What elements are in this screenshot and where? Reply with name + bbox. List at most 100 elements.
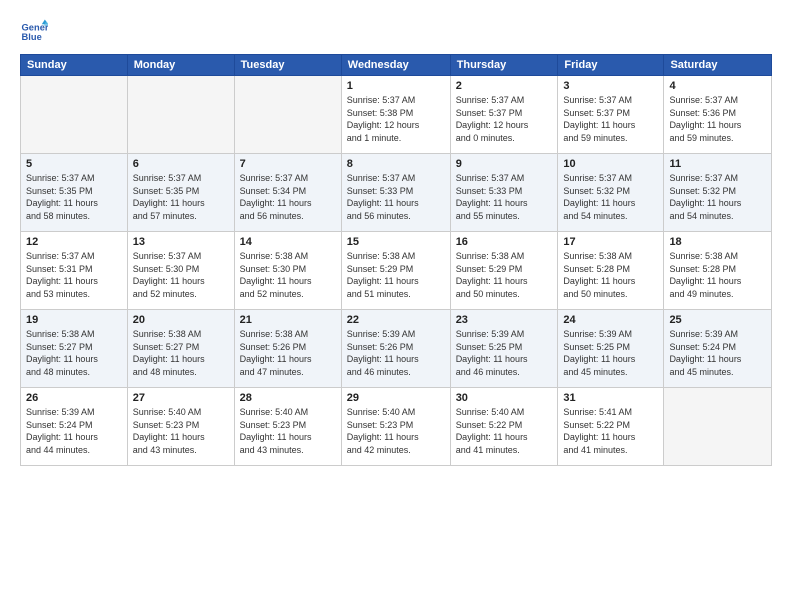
day-number: 7 (240, 158, 336, 170)
col-header-wednesday: Wednesday (341, 55, 450, 76)
calendar-cell (234, 76, 341, 154)
day-number: 23 (456, 314, 553, 326)
day-info: Sunrise: 5:38 AM Sunset: 5:28 PM Dayligh… (669, 250, 766, 300)
calendar-cell: 3 Sunrise: 5:37 AM Sunset: 5:37 PM Daylig… (558, 76, 664, 154)
calendar-week-row: 26Sunrise: 5:39 AM Sunset: 5:24 PM Dayli… (21, 388, 772, 466)
day-info: Sunrise: 5:40 AM Sunset: 5:23 PM Dayligh… (133, 406, 229, 456)
day-number: 20 (133, 314, 229, 326)
calendar-cell: 19Sunrise: 5:38 AM Sunset: 5:27 PM Dayli… (21, 310, 128, 388)
day-info: Sunrise: 5:37 AM Sunset: 5:38 PM Dayligh… (347, 94, 445, 144)
day-info: Sunrise: 5:37 AM Sunset: 5:37 PM Dayligh… (456, 94, 553, 144)
day-info: Sunrise: 5:38 AM Sunset: 5:29 PM Dayligh… (347, 250, 445, 300)
calendar-cell: 9 Sunrise: 5:37 AM Sunset: 5:33 PM Daylig… (450, 154, 558, 232)
day-number: 5 (26, 158, 122, 170)
calendar-cell: 1 Sunrise: 5:37 AM Sunset: 5:38 PM Daylig… (341, 76, 450, 154)
calendar-header-row: SundayMondayTuesdayWednesdayThursdayFrid… (21, 55, 772, 76)
day-number: 24 (563, 314, 658, 326)
calendar-cell: 27 Sunrise: 5:40 AM Sunset: 5:23 PM Dayli… (127, 388, 234, 466)
col-header-sunday: Sunday (21, 55, 128, 76)
day-number: 22 (347, 314, 445, 326)
calendar-cell: 31 Sunrise: 5:41 AM Sunset: 5:22 PM Dayli… (558, 388, 664, 466)
day-number: 9 (456, 158, 553, 170)
day-number: 6 (133, 158, 229, 170)
day-number: 16 (456, 236, 553, 248)
day-number: 21 (240, 314, 336, 326)
calendar-cell: 16 Sunrise: 5:38 AM Sunset: 5:29 PM Dayli… (450, 232, 558, 310)
day-number: 17 (563, 236, 658, 248)
day-info: Sunrise: 5:38 AM Sunset: 5:26 PM Dayligh… (240, 328, 336, 378)
day-number: 2 (456, 80, 553, 92)
col-header-tuesday: Tuesday (234, 55, 341, 76)
calendar-cell: 23 Sunrise: 5:39 AM Sunset: 5:25 PM Dayli… (450, 310, 558, 388)
calendar-cell: 12 Sunrise: 5:37 AM Sunset: 5:31 PM Dayli… (21, 232, 128, 310)
day-number: 11 (669, 158, 766, 170)
day-info: Sunrise: 5:39 AM Sunset: 5:24 PM Dayligh… (26, 406, 122, 456)
day-number: 12 (26, 236, 122, 248)
calendar-cell: 7 Sunrise: 5:37 AM Sunset: 5:34 PM Daylig… (234, 154, 341, 232)
day-info: Sunrise: 5:37 AM Sunset: 5:37 PM Dayligh… (563, 94, 658, 144)
header: General Blue (20, 18, 772, 46)
calendar-cell: 8 Sunrise: 5:37 AM Sunset: 5:33 PM Daylig… (341, 154, 450, 232)
day-info: Sunrise: 5:39 AM Sunset: 5:24 PM Dayligh… (669, 328, 766, 378)
day-info: Sunrise: 5:37 AM Sunset: 5:34 PM Dayligh… (240, 172, 336, 222)
day-info: Sunrise: 5:37 AM Sunset: 5:36 PM Dayligh… (669, 94, 766, 144)
day-info: Sunrise: 5:39 AM Sunset: 5:25 PM Dayligh… (456, 328, 553, 378)
day-number: 27 (133, 392, 229, 404)
calendar-cell: 11 Sunrise: 5:37 AM Sunset: 5:32 PM Dayli… (664, 154, 772, 232)
col-header-friday: Friday (558, 55, 664, 76)
calendar-cell: 25Sunrise: 5:39 AM Sunset: 5:24 PM Dayli… (664, 310, 772, 388)
calendar-week-row: 19Sunrise: 5:38 AM Sunset: 5:27 PM Dayli… (21, 310, 772, 388)
day-info: Sunrise: 5:40 AM Sunset: 5:22 PM Dayligh… (456, 406, 553, 456)
day-info: Sunrise: 5:38 AM Sunset: 5:29 PM Dayligh… (456, 250, 553, 300)
day-info: Sunrise: 5:38 AM Sunset: 5:28 PM Dayligh… (563, 250, 658, 300)
calendar-week-row: 5 Sunrise: 5:37 AM Sunset: 5:35 PM Daylig… (21, 154, 772, 232)
calendar-cell: 26Sunrise: 5:39 AM Sunset: 5:24 PM Dayli… (21, 388, 128, 466)
day-info: Sunrise: 5:37 AM Sunset: 5:35 PM Dayligh… (26, 172, 122, 222)
day-number: 28 (240, 392, 336, 404)
day-info: Sunrise: 5:37 AM Sunset: 5:33 PM Dayligh… (456, 172, 553, 222)
calendar-cell: 4 Sunrise: 5:37 AM Sunset: 5:36 PM Daylig… (664, 76, 772, 154)
calendar-cell (21, 76, 128, 154)
calendar-cell: 10 Sunrise: 5:37 AM Sunset: 5:32 PM Dayli… (558, 154, 664, 232)
calendar-cell: 15Sunrise: 5:38 AM Sunset: 5:29 PM Dayli… (341, 232, 450, 310)
day-info: Sunrise: 5:37 AM Sunset: 5:31 PM Dayligh… (26, 250, 122, 300)
day-info: Sunrise: 5:39 AM Sunset: 5:25 PM Dayligh… (563, 328, 658, 378)
calendar-week-row: 1 Sunrise: 5:37 AM Sunset: 5:38 PM Daylig… (21, 76, 772, 154)
calendar-cell: 28Sunrise: 5:40 AM Sunset: 5:23 PM Dayli… (234, 388, 341, 466)
calendar-cell: 30Sunrise: 5:40 AM Sunset: 5:22 PM Dayli… (450, 388, 558, 466)
calendar-cell: 17 Sunrise: 5:38 AM Sunset: 5:28 PM Dayli… (558, 232, 664, 310)
calendar-cell: 18 Sunrise: 5:38 AM Sunset: 5:28 PM Dayli… (664, 232, 772, 310)
calendar-cell: 24 Sunrise: 5:39 AM Sunset: 5:25 PM Dayli… (558, 310, 664, 388)
day-info: Sunrise: 5:38 AM Sunset: 5:27 PM Dayligh… (26, 328, 122, 378)
calendar-cell: 6Sunrise: 5:37 AM Sunset: 5:35 PM Daylig… (127, 154, 234, 232)
calendar-cell: 5 Sunrise: 5:37 AM Sunset: 5:35 PM Daylig… (21, 154, 128, 232)
day-number: 18 (669, 236, 766, 248)
day-info: Sunrise: 5:39 AM Sunset: 5:26 PM Dayligh… (347, 328, 445, 378)
calendar-cell: 22 Sunrise: 5:39 AM Sunset: 5:26 PM Dayli… (341, 310, 450, 388)
day-number: 31 (563, 392, 658, 404)
calendar-cell: 13 Sunrise: 5:37 AM Sunset: 5:30 PM Dayli… (127, 232, 234, 310)
calendar-cell (127, 76, 234, 154)
day-number: 1 (347, 80, 445, 92)
day-info: Sunrise: 5:37 AM Sunset: 5:32 PM Dayligh… (563, 172, 658, 222)
day-info: Sunrise: 5:41 AM Sunset: 5:22 PM Dayligh… (563, 406, 658, 456)
svg-text:Blue: Blue (22, 32, 42, 42)
day-number: 8 (347, 158, 445, 170)
col-header-thursday: Thursday (450, 55, 558, 76)
col-header-monday: Monday (127, 55, 234, 76)
day-info: Sunrise: 5:37 AM Sunset: 5:33 PM Dayligh… (347, 172, 445, 222)
day-number: 10 (563, 158, 658, 170)
calendar-cell: 21 Sunrise: 5:38 AM Sunset: 5:26 PM Dayli… (234, 310, 341, 388)
day-info: Sunrise: 5:38 AM Sunset: 5:27 PM Dayligh… (133, 328, 229, 378)
day-info: Sunrise: 5:37 AM Sunset: 5:30 PM Dayligh… (133, 250, 229, 300)
calendar-cell: 20 Sunrise: 5:38 AM Sunset: 5:27 PM Dayli… (127, 310, 234, 388)
logo-icon: General Blue (20, 18, 48, 46)
col-header-saturday: Saturday (664, 55, 772, 76)
calendar-cell: 29Sunrise: 5:40 AM Sunset: 5:23 PM Dayli… (341, 388, 450, 466)
day-info: Sunrise: 5:37 AM Sunset: 5:32 PM Dayligh… (669, 172, 766, 222)
day-number: 13 (133, 236, 229, 248)
day-number: 3 (563, 80, 658, 92)
day-number: 4 (669, 80, 766, 92)
day-info: Sunrise: 5:40 AM Sunset: 5:23 PM Dayligh… (347, 406, 445, 456)
calendar-week-row: 12 Sunrise: 5:37 AM Sunset: 5:31 PM Dayli… (21, 232, 772, 310)
